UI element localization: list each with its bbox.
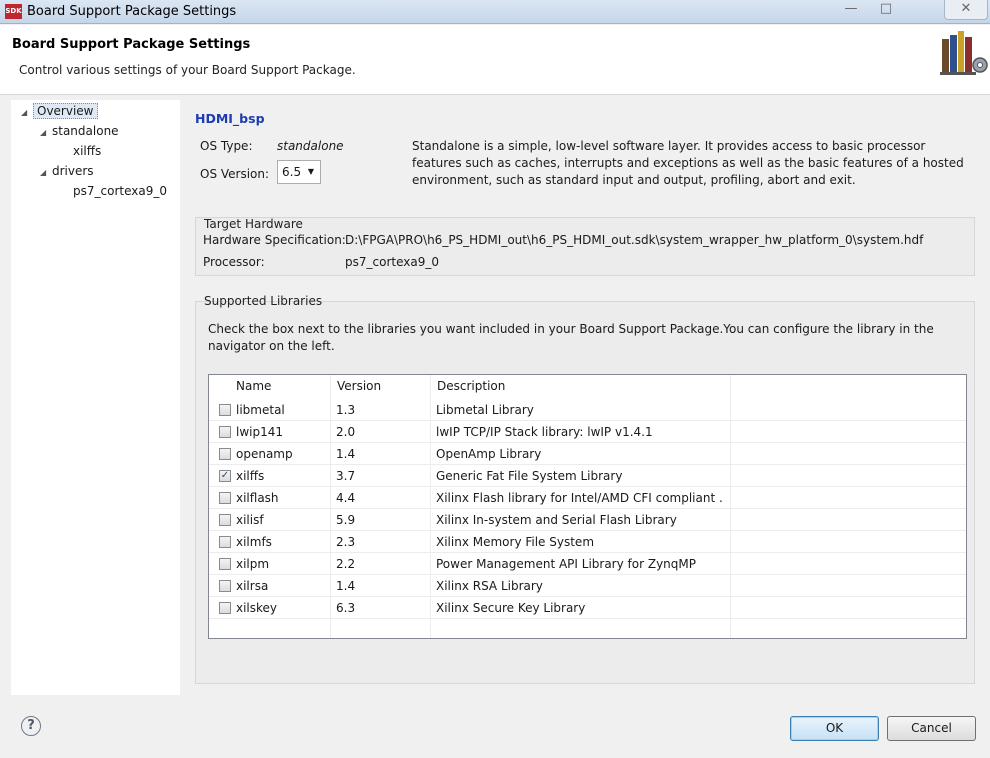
library-name: xilrsa: [236, 579, 269, 593]
checkbox-unchecked[interactable]: [219, 580, 231, 592]
column-header-version[interactable]: Version: [331, 375, 431, 398]
tree-item-ps7-cortexa9-0[interactable]: ps7_cortexa9_0: [73, 182, 167, 200]
expanded-arrow-icon[interactable]: ◢: [21, 104, 33, 122]
expanded-arrow-icon[interactable]: ◢: [40, 124, 52, 142]
books-gear-icon: [940, 31, 988, 75]
table-row[interactable]: openamp 1.4 OpenAmp Library: [209, 443, 966, 465]
table-row[interactable]: libmetal 1.3 Libmetal Library: [209, 399, 966, 421]
library-description: Xilinx RSA Library: [436, 579, 543, 593]
tree-item-label: xilffs: [73, 144, 102, 158]
hw-spec-label: Hardware Specification:: [203, 233, 346, 247]
navigator-tree: ◢ Overview ◢ standalone xilffs ◢ drivers ps…: [11, 100, 180, 695]
library-version: 1.3: [336, 403, 356, 417]
library-description: OpenAmp Library: [436, 447, 542, 461]
os-description: Standalone is a simple, low-level softwa…: [412, 139, 964, 187]
library-description: Power Management API Library for ZynqMP: [436, 557, 696, 571]
library-name: xilisf: [236, 513, 264, 527]
checkbox-unchecked[interactable]: [219, 558, 231, 570]
checkbox-unchecked[interactable]: [219, 426, 231, 438]
close-button[interactable]: ✕: [944, 0, 988, 20]
tree-item-standalone[interactable]: ◢ standalone: [40, 122, 119, 140]
sdk-app-icon: SDK: [5, 4, 22, 19]
column-header-description[interactable]: Description: [431, 375, 731, 398]
checkbox-unchecked[interactable]: [219, 448, 231, 460]
library-version: 4.4: [336, 491, 356, 505]
cancel-button[interactable]: Cancel: [887, 716, 976, 741]
library-version: 2.2: [336, 557, 356, 571]
os-type-value: standalone: [277, 139, 344, 153]
library-version: 2.0: [336, 425, 356, 439]
expanded-arrow-icon[interactable]: ◢: [40, 164, 52, 182]
bsp-name: HDMI_bsp: [195, 111, 265, 126]
library-description: lwIP TCP/IP Stack library: lwIP v1.4.1: [436, 425, 653, 439]
library-name: lwip141: [236, 425, 284, 439]
column-header-name[interactable]: Name: [230, 375, 331, 398]
checkmark-icon: ✓: [220, 470, 230, 481]
table-row[interactable]: xilmfs 2.3 Xilinx Memory File System: [209, 531, 966, 553]
library-version: 3.7: [336, 469, 356, 483]
library-description: Xilinx Flash library for Intel/AMD CFI c…: [436, 491, 724, 505]
library-description: Xilinx Memory File System: [436, 535, 595, 549]
library-description: Xilinx Secure Key Library: [436, 601, 586, 615]
library-version: 2.3: [336, 535, 356, 549]
processor-value: ps7_cortexa9_0: [345, 255, 439, 269]
help-icon[interactable]: ?: [21, 716, 41, 736]
library-name: xilffs: [236, 469, 265, 483]
checkbox-unchecked[interactable]: [219, 404, 231, 416]
tree-item-overview[interactable]: ◢ Overview: [21, 102, 98, 120]
supported-libraries-title: Supported Libraries: [204, 294, 323, 308]
library-description: Xilinx In-system and Serial Flash Librar…: [436, 513, 677, 527]
target-hardware-title: Target Hardware: [204, 217, 303, 231]
table-row[interactable]: xilflash 4.4 Xilinx Flash library for Inte…: [209, 487, 966, 509]
library-version: 1.4: [336, 447, 356, 461]
tree-item-label: Overview: [33, 103, 98, 119]
table-row[interactable]: xilpm 2.2 Power Management API Library for…: [209, 553, 966, 575]
tree-item-label: standalone: [52, 124, 119, 138]
libraries-table: Name Version Description libmetal 1.3 Libm…: [208, 374, 967, 639]
library-name: xilpm: [236, 557, 270, 571]
table-row[interactable]: xilrsa 1.4 Xilinx RSA Library: [209, 575, 966, 597]
library-description: Libmetal Library: [436, 403, 534, 417]
library-name: openamp: [236, 447, 293, 461]
ok-button[interactable]: OK: [790, 716, 879, 741]
library-name: xilflash: [236, 491, 279, 505]
library-name: xilskey: [236, 601, 278, 615]
library-description: Generic Fat File System Library: [436, 469, 623, 483]
tree-item-drivers[interactable]: ◢ drivers: [40, 162, 94, 180]
tree-item-label: drivers: [52, 164, 94, 178]
library-name: libmetal: [236, 403, 285, 417]
chevron-down-icon: ▼: [307, 167, 314, 176]
window-title: Board Support Package Settings: [27, 4, 237, 19]
title-bar: SDK Board Support Package Settings — □ ✕: [0, 0, 990, 24]
header-title: Board Support Package Settings: [12, 37, 251, 52]
checkbox-unchecked[interactable]: [219, 602, 231, 614]
checkbox-unchecked[interactable]: [219, 536, 231, 548]
tree-item-label: ps7_cortexa9_0: [73, 184, 167, 198]
os-version-value: 6.5: [282, 165, 302, 179]
maximize-button[interactable]: □: [872, 0, 900, 20]
os-version-label: OS Version:: [200, 167, 270, 181]
checkbox-unchecked[interactable]: [219, 514, 231, 526]
library-name: xilmfs: [236, 535, 272, 549]
table-row[interactable]: xilskey 6.3 Xilinx Secure Key Library: [209, 597, 966, 619]
library-version: 1.4: [336, 579, 356, 593]
library-version: 5.9: [336, 513, 356, 527]
tree-item-xilffs[interactable]: xilffs: [73, 142, 101, 160]
processor-label: Processor:: [203, 255, 265, 269]
table-row[interactable]: ✓ xilffs 3.7 Generic Fat File System Librar…: [209, 465, 966, 487]
libraries-instructions: Check the box next to the libraries you …: [208, 322, 934, 353]
minimize-button[interactable]: —: [838, 0, 864, 20]
checkbox-unchecked[interactable]: [219, 492, 231, 504]
dialog-header: Board Support Package Settings Control v…: [0, 25, 990, 95]
overview-panel: HDMI_bsp OS Type: standalone OS Version:…: [182, 100, 990, 700]
hw-spec-value: D:\FPGA\PRO\h6_PS_HDMI_out\h6_PS_HDMI_ou…: [345, 233, 924, 247]
table-row[interactable]: lwip141 2.0 lwIP TCP/IP Stack library: lwI…: [209, 421, 966, 443]
os-type-label: OS Type:: [200, 139, 253, 153]
checkbox-checked[interactable]: ✓: [219, 470, 231, 482]
library-version: 6.3: [336, 601, 356, 615]
os-version-select[interactable]: 6.5 ▼: [277, 160, 321, 184]
header-description: Control various settings of your Board S…: [19, 63, 356, 77]
target-hardware-group: Target Hardware Hardware Specification: …: [195, 217, 975, 276]
table-row[interactable]: xilisf 5.9 Xilinx In-system and Serial Fla…: [209, 509, 966, 531]
